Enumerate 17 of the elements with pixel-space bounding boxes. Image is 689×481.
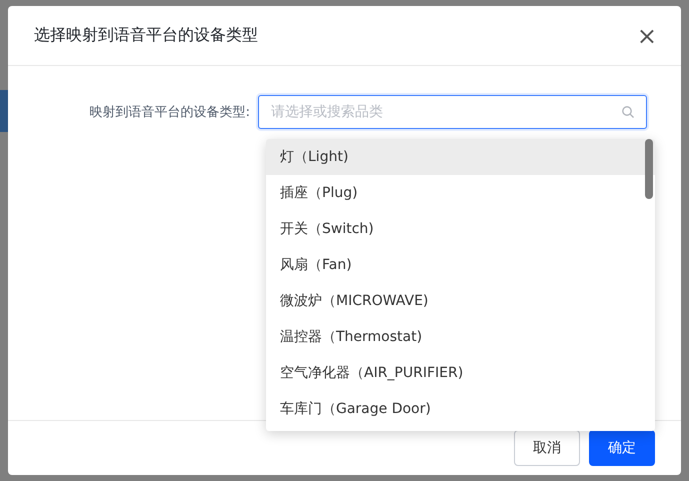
background-page-strip — [0, 90, 8, 132]
dropdown-option[interactable]: 温控器（Thermostat) — [266, 319, 655, 355]
dialog-title: 选择映射到语音平台的设备类型 — [34, 25, 258, 46]
field-label: 映射到语音平台的设备类型: — [88, 104, 251, 121]
dropdown-option[interactable]: 微波炉（MICROWAVE) — [266, 283, 655, 319]
search-icon — [621, 105, 635, 119]
cancel-button[interactable]: 取消 — [514, 430, 580, 466]
confirm-button[interactable]: 确定 — [589, 430, 655, 466]
dropdown-option[interactable]: 开关（Switch) — [266, 211, 655, 247]
dropdown-option[interactable]: 风扇（Fan) — [266, 247, 655, 283]
close-button[interactable]: × — [636, 24, 657, 48]
category-select-field[interactable]: 请选择或搜索品类 — [258, 95, 647, 129]
dropdown-option[interactable]: 插座（Plug) — [266, 175, 655, 211]
dropdown-option[interactable]: 车库门（Garage Door) — [266, 391, 655, 427]
scrollbar-thumb[interactable] — [645, 139, 653, 199]
dropdown-option[interactable]: 空气净化器（AIR_PURIFIER) — [266, 355, 655, 391]
dropdown-option[interactable]: 灯（Light) — [266, 139, 655, 175]
